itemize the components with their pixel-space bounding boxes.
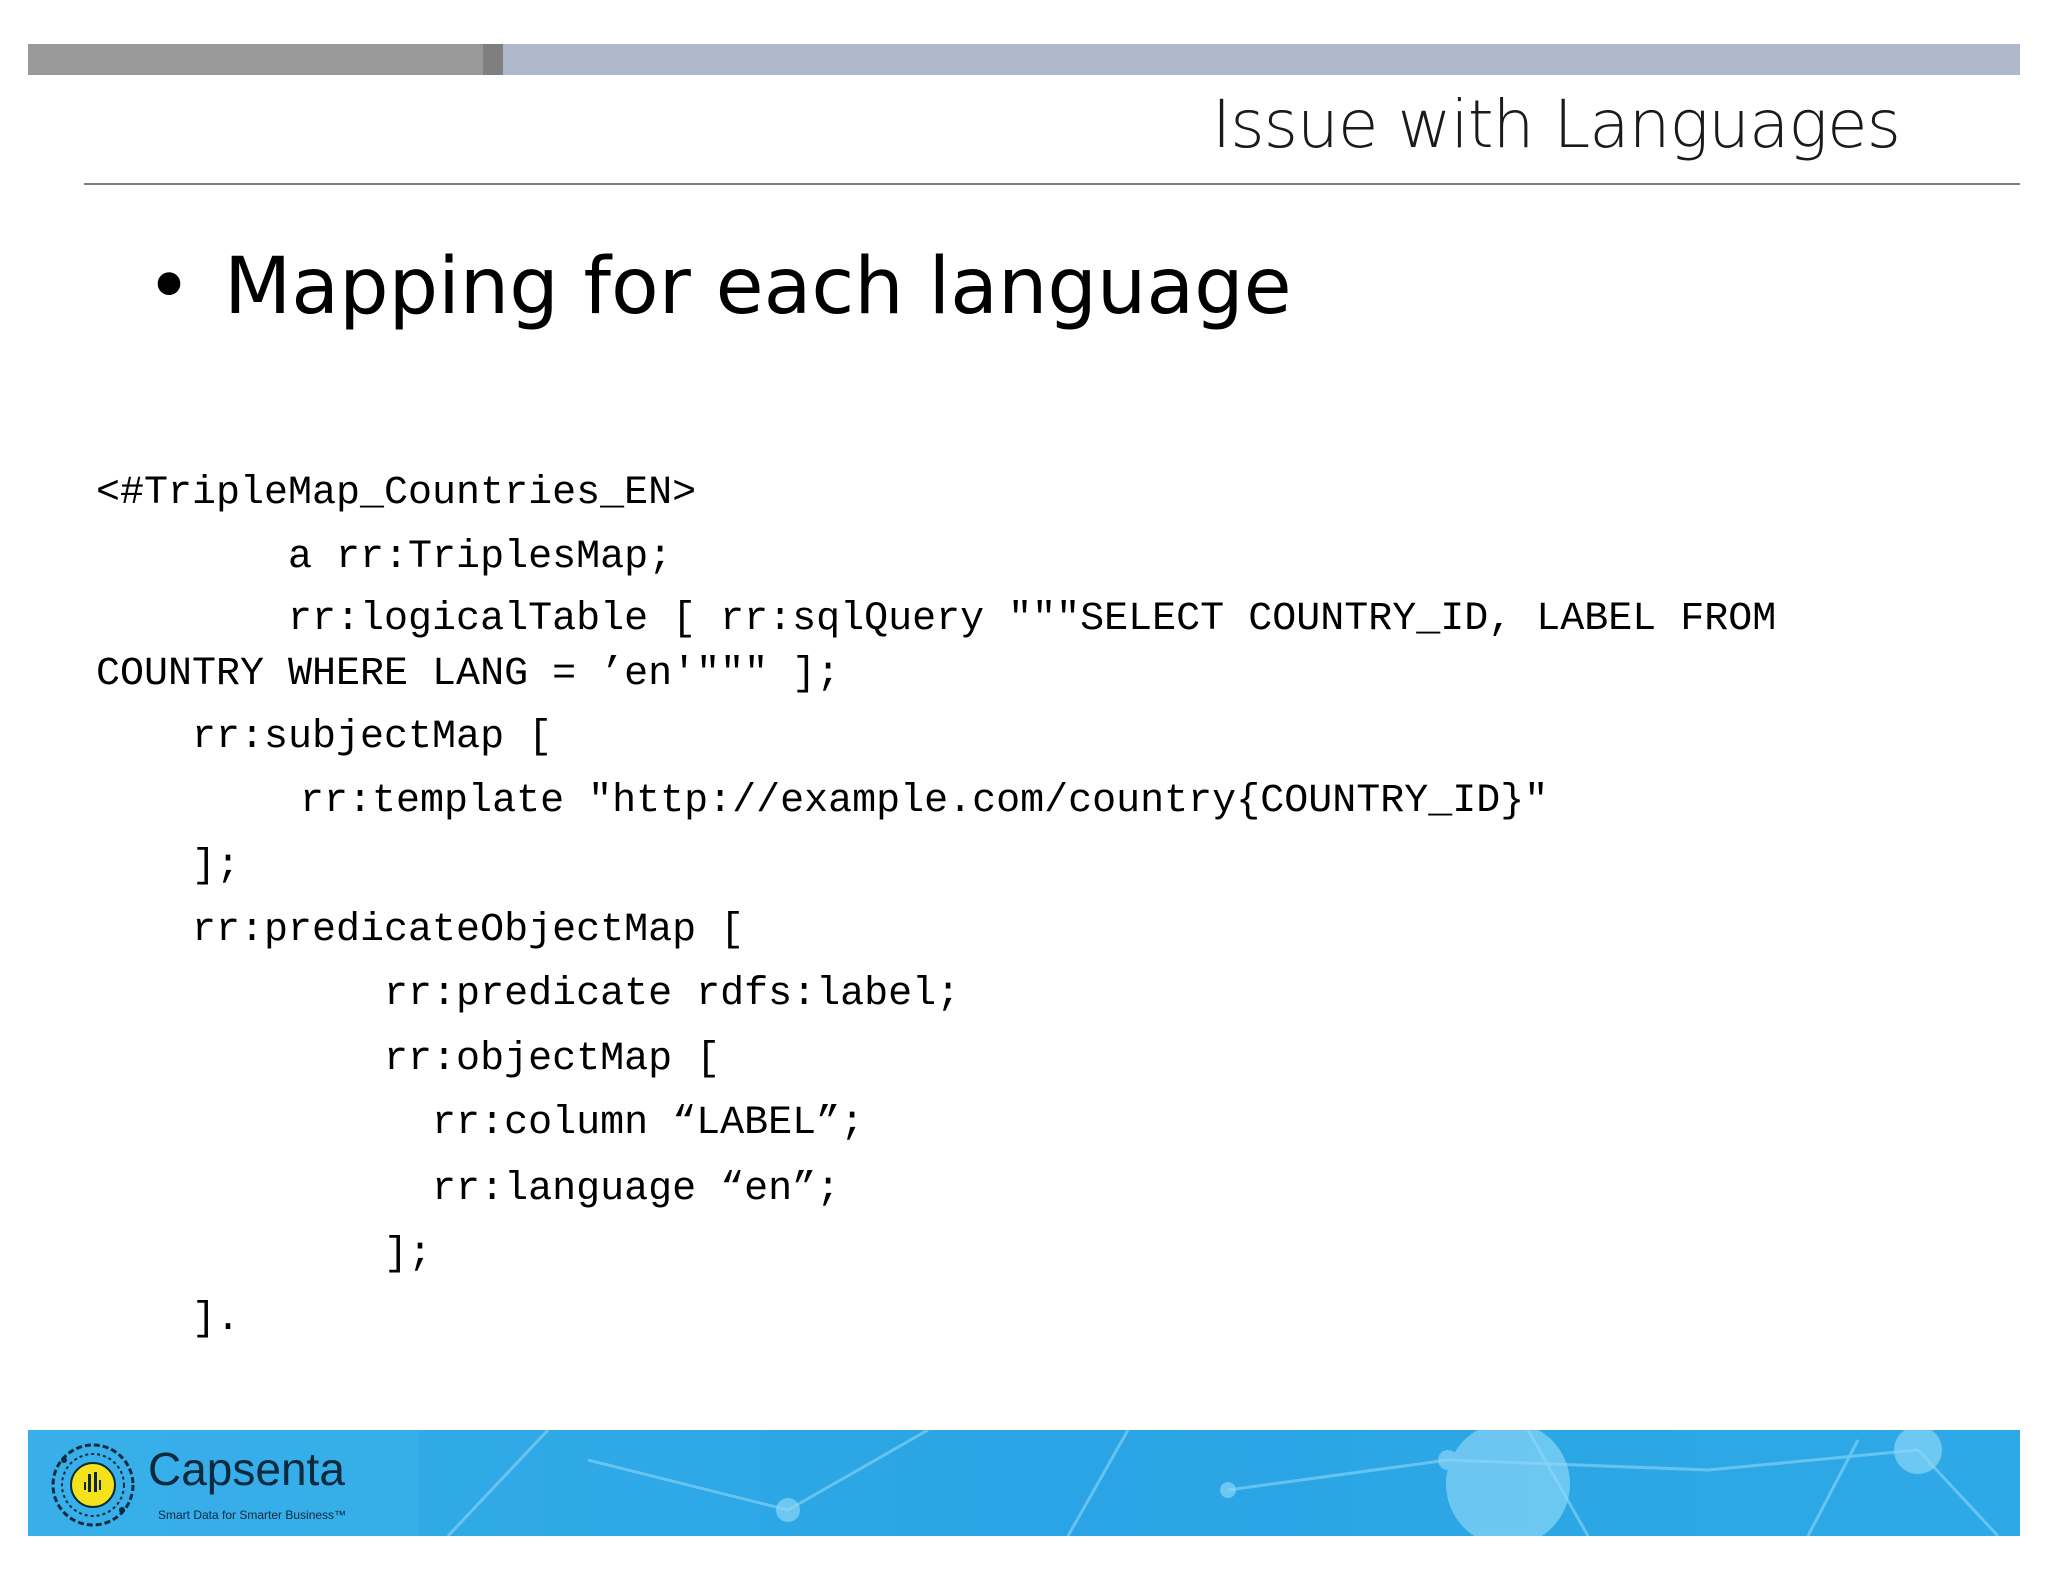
- code-line: ];: [96, 844, 241, 889]
- header-bar-notch: [483, 44, 503, 75]
- header-bar-blue: [503, 44, 2020, 75]
- code-line: rr:template "http://example.com/country{…: [108, 779, 1549, 824]
- capsenta-logo-icon: [51, 1443, 135, 1527]
- code-line: rr:logicalTable [ rr:sqlQuery """SELECT …: [96, 597, 1777, 642]
- bullet-text: Mapping for each language: [224, 242, 1292, 332]
- code-line: rr:subjectMap [: [96, 715, 553, 760]
- code-line: rr:objectMap [: [96, 1037, 721, 1082]
- code-line: rr:language “en”;: [96, 1167, 841, 1212]
- footer-banner: Capsenta Smart Data for Smarter Business…: [28, 1430, 2020, 1536]
- brand-name: Capsenta: [148, 1443, 345, 1495]
- brand-tagline: Smart Data for Smarter Business™: [158, 1508, 347, 1522]
- code-line: rr:predicateObjectMap [: [96, 908, 745, 953]
- code-line: ];: [96, 1232, 433, 1277]
- slide-title: Issue with Languages: [1211, 86, 1901, 163]
- header-bar-gray: [28, 44, 483, 75]
- title-divider: [84, 183, 2020, 185]
- code-line: rr:predicate rdfs:label;: [96, 972, 961, 1017]
- code-line: ].: [96, 1297, 241, 1342]
- bullet-dot: •: [146, 242, 193, 332]
- code-line: rr:column “LABEL”;: [96, 1101, 865, 1146]
- code-line: <#TripleMap_Countries_EN>: [96, 471, 697, 516]
- code-line: a rr:TriplesMap;: [96, 535, 673, 580]
- bullet-item: • Mapping for each language: [146, 248, 1292, 326]
- code-line: COUNTRY WHERE LANG = ’en'""" ];: [96, 652, 841, 697]
